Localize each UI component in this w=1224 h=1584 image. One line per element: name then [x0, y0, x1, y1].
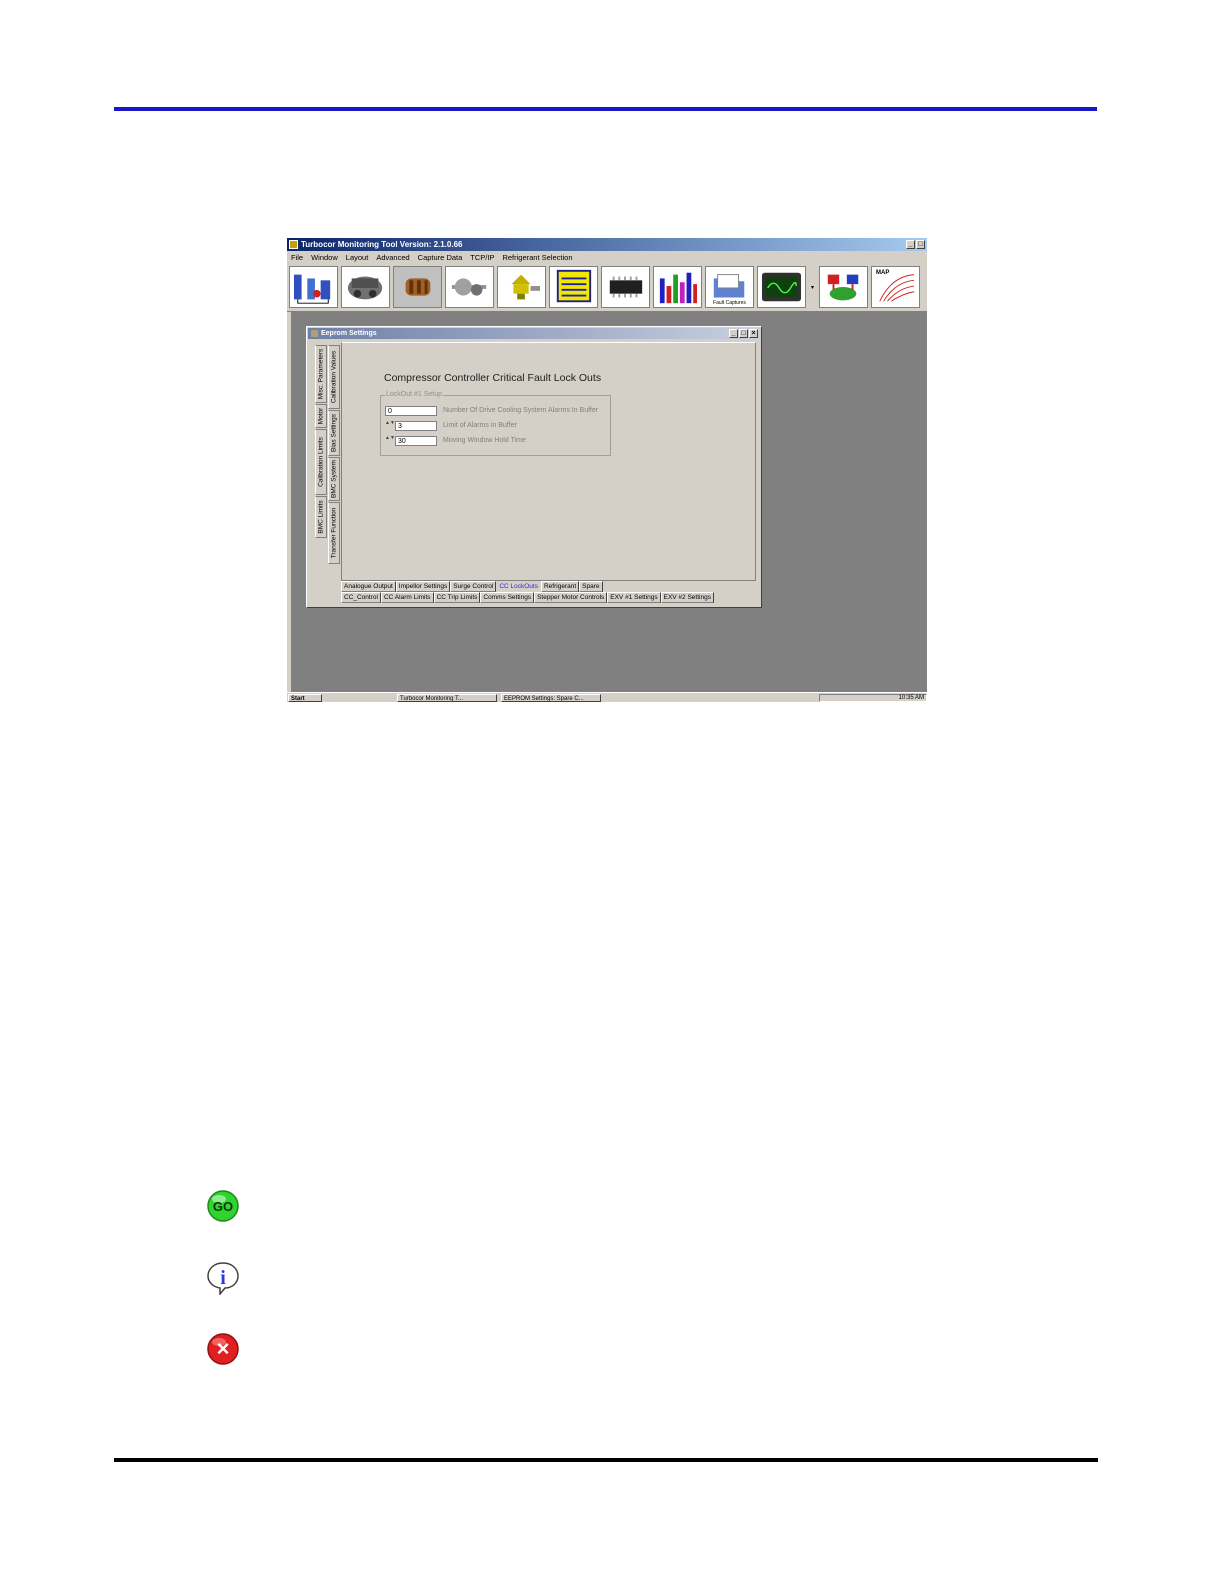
fault-captures-label: Fault Captures: [713, 300, 746, 306]
bar-graph-icon: [659, 272, 698, 304]
dialog-minimize-button[interactable]: _: [729, 329, 738, 338]
clock: 10:35 AM: [898, 695, 924, 701]
tab-comms-settings[interactable]: Comms Settings: [480, 592, 535, 603]
top-rule: [114, 107, 1097, 111]
bar-graph-button[interactable]: [653, 266, 702, 308]
limit-of-alarms-input[interactable]: [395, 421, 437, 431]
valve-icon: [511, 274, 541, 300]
system-tray: 10:35 AM: [819, 694, 927, 702]
system-schematic-icon: [293, 274, 331, 304]
app-icon: [289, 240, 298, 249]
vtab-calibration-values[interactable]: Calibration Values: [328, 345, 340, 409]
group-title: LockOut #1 Setup: [385, 391, 444, 398]
list-icon: [556, 269, 592, 303]
panel-title: Compressor Controller Critical Fault Loc…: [384, 372, 602, 384]
tab-impellor-settings[interactable]: Impellor Settings: [395, 581, 451, 592]
minimize-button[interactable]: _: [906, 240, 915, 249]
tab-cc-control[interactable]: CC_Control: [341, 592, 381, 603]
vtab-bias-settings[interactable]: Bias Settings: [328, 410, 340, 456]
dialog-icon: [311, 330, 318, 337]
dialog-maximize-button[interactable]: □: [739, 329, 748, 338]
go-icon: GO: [206, 1189, 240, 1223]
workspace-frame: [287, 312, 291, 692]
vtab-bmc-limits[interactable]: BMC Limits: [315, 496, 327, 538]
toolbar: Fault Captures ▾ MAP: [287, 264, 927, 312]
info-icon: i: [206, 1261, 240, 1295]
moving-window-hold-time-label: Moving Window Hold Time: [443, 437, 526, 444]
error-label: ×: [217, 1336, 230, 1361]
tab-row-2: CC_Control CC Alarm Limits CC Trip Limit…: [341, 592, 714, 603]
drive-cooling-alarms-input[interactable]: [385, 406, 437, 416]
lockout-1-setup-group: LockOut #1 Setup Number Of Drive Cooling…: [380, 391, 611, 456]
menu-refrigerant-selection[interactable]: Refrigerant Selection: [502, 251, 572, 264]
map-button[interactable]: MAP: [871, 266, 920, 308]
vtab-motor[interactable]: Motor: [315, 404, 327, 428]
quick-launch-icons: [327, 694, 389, 702]
motor-coil-icon: [405, 278, 431, 296]
app-title: Turbocor Monitoring Tool Version: 2.1.0.…: [301, 240, 463, 249]
menubar: File Window Layout Advanced Capture Data…: [287, 251, 927, 264]
go-label: GO: [213, 1199, 233, 1214]
bottom-rule: [114, 1458, 1098, 1462]
vtab-transfer-function[interactable]: Transfer Function: [328, 502, 340, 564]
tab-row-1: Analogue Output Impellor Settings Surge …: [341, 581, 603, 592]
compressor-icon: [347, 276, 383, 300]
motor-button[interactable]: [393, 266, 442, 308]
spinner-icon[interactable]: ▲▼: [385, 421, 395, 431]
vertical-tabs: Misc. Parameters Motor Calibration Limit…: [315, 341, 341, 565]
info-label: i: [220, 1267, 226, 1289]
tab-cc-trip-limits[interactable]: CC Trip Limits: [433, 592, 481, 603]
settings-list-button[interactable]: [549, 266, 598, 308]
oscilloscope-button[interactable]: [757, 266, 806, 308]
tab-cc-lockouts[interactable]: CC LockOuts: [496, 581, 541, 592]
dialog-title: Eeprom Settings: [321, 330, 377, 337]
tab-cc-alarm-limits[interactable]: CC Alarm Limits: [380, 592, 434, 603]
moving-window-hold-time-input[interactable]: [395, 436, 437, 446]
turbocor-app-window: Turbocor Monitoring Tool Version: 2.1.0.…: [287, 238, 927, 702]
menu-layout[interactable]: Layout: [346, 251, 369, 264]
cc-lockouts-panel: Compressor Controller Critical Fault Loc…: [341, 342, 756, 581]
start-button[interactable]: Start: [288, 694, 322, 702]
system-diagram-icon: [827, 274, 859, 301]
menu-tcpip[interactable]: TCP/IP: [470, 251, 494, 264]
vtab-bmc-system[interactable]: BMC System: [328, 457, 340, 501]
tab-analogue-output[interactable]: Analogue Output: [341, 581, 396, 592]
map-label: MAP: [876, 270, 890, 276]
menu-capture-data[interactable]: Capture Data: [418, 251, 463, 264]
taskbar-item-eeprom[interactable]: EEPROM Settings: Spare C...: [501, 694, 601, 702]
taskbar: Start Turbocor Monitoring T... EEPROM Se…: [287, 692, 927, 702]
spinner-icon[interactable]: ▲▼: [385, 436, 395, 446]
app-titlebar: Turbocor Monitoring Tool Version: 2.1.0.…: [287, 238, 927, 251]
menu-window[interactable]: Window: [311, 251, 338, 264]
oscilloscope-icon: [761, 272, 802, 302]
dialog-close-button[interactable]: ×: [749, 329, 758, 338]
tab-refrigerant[interactable]: Refrigerant: [540, 581, 580, 592]
system-diagram-button[interactable]: [819, 266, 868, 308]
tab-exv2-settings[interactable]: EXV #2 Settings: [660, 592, 714, 603]
chip-icon: [609, 276, 643, 298]
maximize-button[interactable]: □: [916, 240, 925, 249]
drive-cooling-alarms-label: Number Of Drive Cooling System Alarms In…: [443, 407, 599, 414]
compressor-button[interactable]: [341, 266, 390, 308]
menu-advanced[interactable]: Advanced: [376, 251, 409, 264]
valve-button[interactable]: [497, 266, 546, 308]
limit-of-alarms-label: Limit of Alarms in Buffer: [443, 422, 517, 429]
vtab-misc-parameters[interactable]: Misc. Parameters: [315, 345, 327, 403]
system-schematic-button[interactable]: [289, 266, 338, 308]
tab-spare[interactable]: Spare: [579, 581, 603, 592]
menu-file[interactable]: File: [291, 251, 303, 264]
tab-surge-control[interactable]: Surge Control: [450, 581, 497, 592]
error-icon: ×: [206, 1332, 240, 1366]
shaft-icon: [451, 278, 487, 296]
eeprom-chip-button[interactable]: [601, 266, 650, 308]
vtab-calibration-limits[interactable]: Calibration Limits: [315, 429, 327, 495]
taskbar-item-turbocor[interactable]: Turbocor Monitoring T...: [397, 694, 497, 702]
fault-captures-button[interactable]: Fault Captures: [705, 266, 754, 308]
eeprom-settings-dialog: Eeprom Settings _ □ × Misc. Parameters M…: [306, 326, 762, 608]
tab-stepper-motor-controls[interactable]: Stepper Motor Controls: [534, 592, 608, 603]
toolbar-dropdown-icon[interactable]: ▾: [811, 284, 814, 291]
tab-exv1-settings[interactable]: EXV #1 Settings: [607, 592, 661, 603]
shaft-button[interactable]: [445, 266, 494, 308]
dialog-titlebar: Eeprom Settings _ □ ×: [308, 328, 760, 339]
